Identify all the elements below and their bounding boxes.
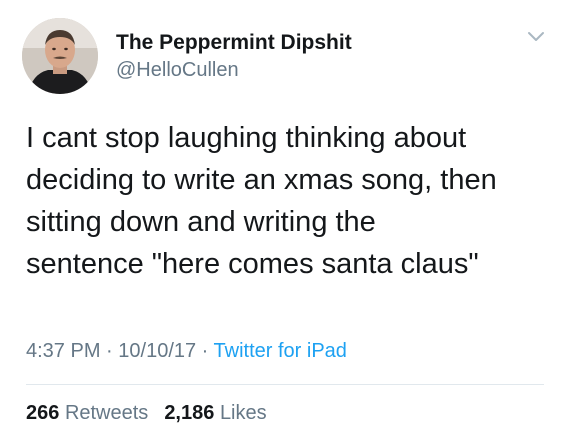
tweet-date[interactable]: 10/10/17 — [118, 340, 196, 362]
retweets-stat[interactable]: 266 Retweets — [26, 402, 148, 424]
avatar-image — [22, 18, 98, 94]
likes-label: Likes — [219, 402, 267, 424]
tweet-meta: 4:37 PM · 10/10/17 · Twitter for iPad — [26, 340, 347, 363]
chevron-down-icon[interactable] — [526, 30, 546, 44]
likes-stat[interactable]: 2,186 Likes — [164, 402, 266, 424]
retweets-count: 266 — [26, 402, 60, 424]
display-name[interactable]: The Peppermint Dipshit — [116, 31, 352, 55]
tweet-stats: 266 Retweets 2,186 Likes — [26, 402, 267, 425]
meta-separator: · — [196, 340, 214, 362]
meta-separator: · — [100, 340, 119, 362]
tweet-text: I cant stop laughing thinking about deci… — [26, 122, 497, 280]
divider — [26, 384, 544, 385]
user-handle[interactable]: @HelloCullen — [116, 59, 239, 82]
avatar[interactable] — [22, 18, 98, 94]
tweet-time[interactable]: 4:37 PM — [26, 340, 100, 362]
tweet-card: The Peppermint Dipshit @HelloCullen I ca… — [0, 0, 567, 441]
tweet-source-link[interactable]: Twitter for iPad — [214, 340, 347, 362]
retweets-label: Retweets — [64, 402, 149, 424]
likes-count: 2,186 — [164, 402, 215, 424]
